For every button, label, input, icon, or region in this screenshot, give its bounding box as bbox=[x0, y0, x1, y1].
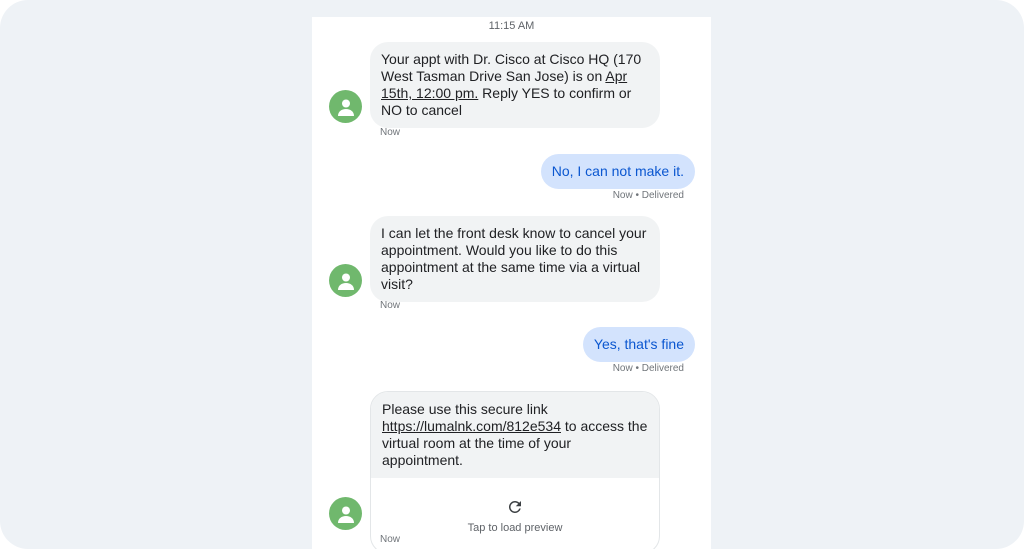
contact-avatar bbox=[329, 90, 362, 123]
refresh-icon bbox=[508, 500, 521, 513]
incoming-message-bubble[interactable]: I can let the front desk know to cancel … bbox=[370, 216, 660, 302]
person-icon bbox=[337, 273, 354, 290]
thread-timestamp: 11:15 AM bbox=[488, 20, 535, 32]
message-status: Now bbox=[380, 127, 401, 138]
message-status: Now • Delivered bbox=[612, 363, 684, 374]
contact-avatar bbox=[329, 264, 362, 297]
screenshot-frame: 11:15 AM Your appt with Dr. Cisco at Cis… bbox=[0, 0, 1024, 549]
preview-label: Tap to load preview bbox=[467, 521, 563, 534]
message-status: Now bbox=[380, 534, 401, 545]
contact-avatar bbox=[329, 497, 362, 530]
message-status: Now • Delivered bbox=[612, 190, 684, 201]
incoming-message-text: Please use this secure link https://luma… bbox=[371, 392, 659, 478]
link-preview-message[interactable]: Please use this secure link https://luma… bbox=[370, 391, 660, 549]
secure-link[interactable]: https://lumalnk.com/812e534 bbox=[382, 418, 561, 434]
incoming-message-bubble[interactable]: Your appt with Dr. Cisco at Cisco HQ (17… bbox=[370, 42, 660, 128]
person-icon bbox=[337, 99, 354, 116]
person-icon bbox=[337, 506, 354, 523]
outgoing-message-bubble[interactable]: No, I can not make it. bbox=[540, 154, 695, 189]
message-thread[interactable]: 11:15 AM Your appt with Dr. Cisco at Cis… bbox=[312, 17, 711, 549]
message-status: Now bbox=[380, 300, 401, 311]
outgoing-message-bubble[interactable]: Yes, that's fine bbox=[582, 327, 695, 362]
load-preview-button[interactable]: Tap to load preview bbox=[371, 478, 659, 549]
